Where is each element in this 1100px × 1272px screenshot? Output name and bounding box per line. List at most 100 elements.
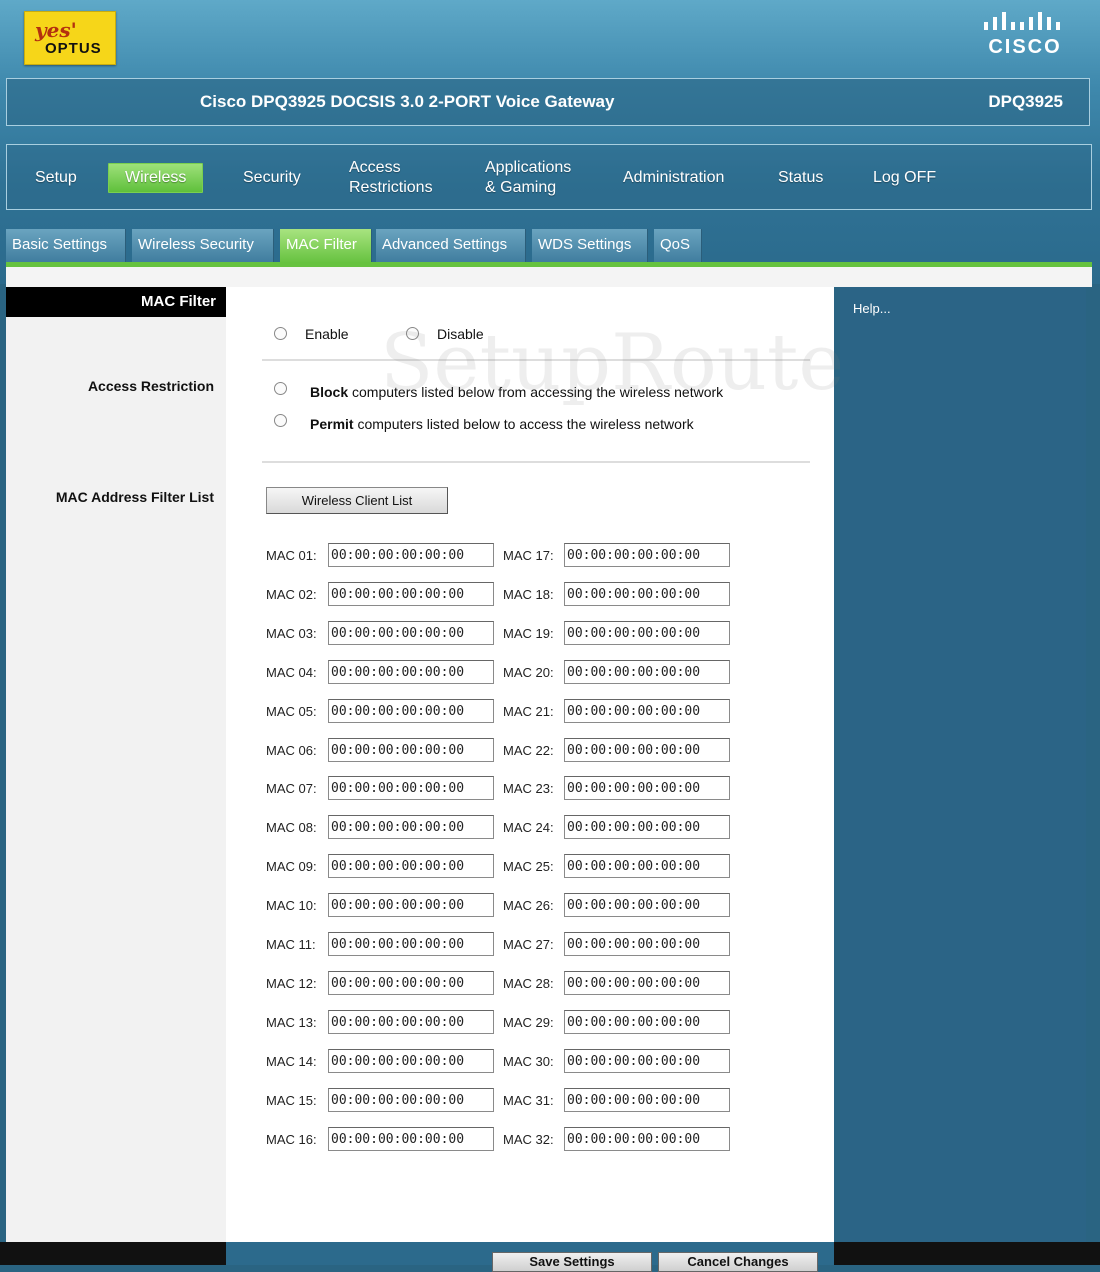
tab-basic-settings[interactable]: Basic Settings [6, 229, 126, 263]
permit-radio[interactable] [274, 414, 287, 427]
mac-address-input[interactable] [328, 1049, 494, 1073]
nav-log-off[interactable]: Log OFF [873, 168, 936, 188]
mac-address-input[interactable] [328, 1127, 494, 1151]
permit-keyword: Permit [310, 416, 354, 432]
mac-address-input[interactable] [328, 543, 494, 567]
tab-mac-filter[interactable]: MAC Filter [280, 229, 372, 263]
nav-wireless[interactable]: Wireless [108, 163, 204, 193]
help-panel: Help... [840, 287, 1086, 1242]
mac-label: MAC 04: [266, 665, 317, 680]
mac-address-input[interactable] [564, 660, 730, 684]
mac-address-input[interactable] [328, 815, 494, 839]
mac-label: MAC 10: [266, 898, 317, 913]
mac-address-input[interactable] [564, 932, 730, 956]
mac-label: MAC 30: [503, 1054, 554, 1069]
mac-label: MAC 20: [503, 665, 554, 680]
mac-address-input[interactable] [328, 971, 494, 995]
tab-wds-settings[interactable]: WDS Settings [532, 229, 648, 263]
mac-address-input[interactable] [328, 582, 494, 606]
mac-label: MAC 25: [503, 859, 554, 874]
header: yes' OPTUS CISCO Cisco DPQ3925 DOCSIS 3.… [0, 0, 1100, 284]
mac-label: MAC 03: [266, 626, 317, 641]
mac-address-input[interactable] [564, 776, 730, 800]
mac-address-input[interactable] [564, 815, 730, 839]
disable-radio[interactable] [406, 327, 419, 340]
block-option-text: Block computers listed below from access… [310, 384, 723, 400]
permit-description: computers listed below to access the wir… [353, 416, 694, 432]
enable-radio[interactable] [274, 327, 287, 340]
nav-status[interactable]: Status [778, 168, 823, 188]
mac-address-input[interactable] [564, 543, 730, 567]
mac-address-input[interactable] [328, 738, 494, 762]
footer: Save Settings Cancel Changes [0, 1242, 1100, 1272]
mac-address-input[interactable] [328, 699, 494, 723]
mac-label: MAC 13: [266, 1015, 317, 1030]
disable-label: Disable [437, 326, 484, 342]
mac-address-input[interactable] [328, 1010, 494, 1034]
mac-address-input[interactable] [328, 621, 494, 645]
divider [262, 461, 810, 463]
tab-qos[interactable]: QoS [654, 229, 702, 263]
section-title: MAC Filter [6, 287, 226, 317]
mac-label: MAC 32: [503, 1132, 554, 1147]
mac-address-input[interactable] [564, 1088, 730, 1112]
mac-label: MAC 17: [503, 548, 554, 563]
mac-label: MAC 23: [503, 781, 554, 796]
mac-address-input[interactable] [564, 893, 730, 917]
cisco-bars-icon [984, 12, 1060, 30]
product-model: DPQ3925 [988, 92, 1063, 111]
mac-address-input[interactable] [328, 854, 494, 878]
save-settings-button[interactable]: Save Settings [492, 1252, 652, 1272]
spacer-bar [6, 267, 1092, 287]
mac-address-input[interactable] [564, 971, 730, 995]
wireless-client-list-button[interactable]: Wireless Client List [266, 487, 448, 514]
content-panel: Enable Disable Block computers listed be… [226, 287, 834, 1242]
mac-label: MAC 05: [266, 704, 317, 719]
mac-address-input[interactable] [564, 854, 730, 878]
mac-filter-list-label: MAC Address Filter List [55, 489, 214, 505]
mac-address-input[interactable] [564, 621, 730, 645]
mac-address-input[interactable] [564, 738, 730, 762]
mac-label: MAC 27: [503, 937, 554, 952]
nav-applications-gaming[interactable]: Applications & Gaming [485, 158, 585, 198]
tab-advanced-settings[interactable]: Advanced Settings [376, 229, 526, 263]
mac-address-input[interactable] [564, 1127, 730, 1151]
mac-label: MAC 09: [266, 859, 317, 874]
mac-label: MAC 15: [266, 1093, 317, 1108]
mac-address-input[interactable] [328, 893, 494, 917]
nav-security[interactable]: Security [243, 168, 301, 188]
optus-logo: yes' OPTUS [24, 11, 116, 65]
mac-label: MAC 29: [503, 1015, 554, 1030]
mac-label: MAC 31: [503, 1093, 554, 1108]
block-radio[interactable] [274, 382, 287, 395]
title-bar: Cisco DPQ3925 DOCSIS 3.0 2-PORT Voice Ga… [6, 78, 1090, 126]
mac-label: MAC 26: [503, 898, 554, 913]
mac-label: MAC 19: [503, 626, 554, 641]
mac-address-input[interactable] [328, 660, 494, 684]
mac-address-input[interactable] [328, 776, 494, 800]
mac-label: MAC 28: [503, 976, 554, 991]
mac-label: MAC 12: [266, 976, 317, 991]
cancel-changes-button[interactable]: Cancel Changes [658, 1252, 818, 1272]
tab-wireless-security[interactable]: Wireless Security [132, 229, 274, 263]
mac-label: MAC 24: [503, 820, 554, 835]
main-nav: Setup Wireless Security Access Restricti… [6, 144, 1092, 210]
mac-label: MAC 22: [503, 743, 554, 758]
mac-address-input[interactable] [328, 1088, 494, 1112]
mac-address-input[interactable] [564, 582, 730, 606]
nav-administration[interactable]: Administration [623, 168, 724, 188]
mac-address-input[interactable] [564, 1049, 730, 1073]
mac-label: MAC 08: [266, 820, 317, 835]
mac-label: MAC 01: [266, 548, 317, 563]
nav-setup[interactable]: Setup [35, 168, 77, 188]
help-link[interactable]: Help... [853, 301, 891, 316]
mac-label: MAC 16: [266, 1132, 317, 1147]
mac-address-input[interactable] [328, 932, 494, 956]
cisco-logo-text: CISCO [988, 36, 1062, 58]
mac-address-input[interactable] [564, 1010, 730, 1034]
mac-address-input[interactable] [564, 699, 730, 723]
footer-button-bar: Save Settings Cancel Changes [226, 1242, 834, 1272]
right-edge [1086, 287, 1100, 1242]
mac-label: MAC 14: [266, 1054, 317, 1069]
nav-access-restrictions[interactable]: Access Restrictions [349, 158, 449, 198]
